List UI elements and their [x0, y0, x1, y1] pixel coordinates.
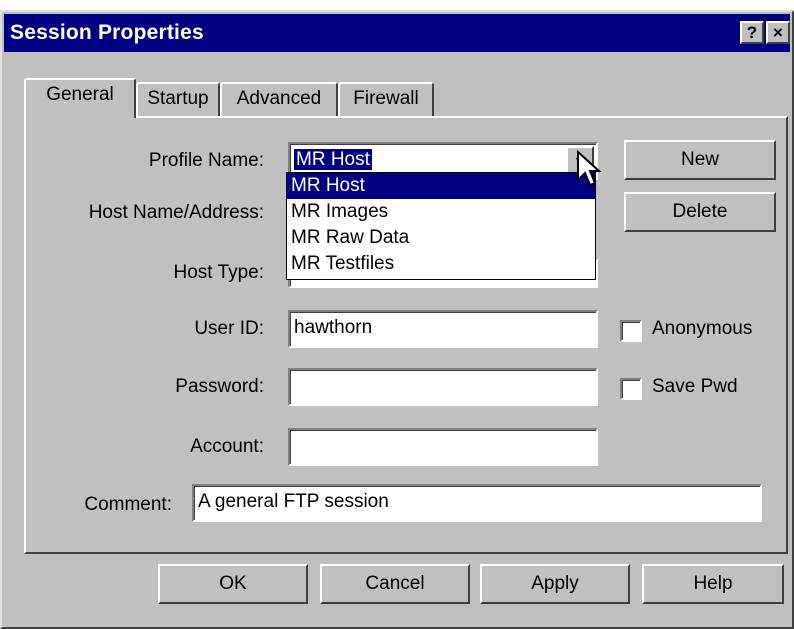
- delete-button[interactable]: Delete: [624, 192, 776, 232]
- ok-button[interactable]: OK: [158, 564, 308, 604]
- new-button[interactable]: New: [624, 140, 776, 180]
- dropdown-option[interactable]: MR Testfiles: [287, 251, 595, 277]
- cancel-button[interactable]: Cancel: [320, 564, 470, 604]
- tab-startup[interactable]: Startup: [136, 82, 220, 118]
- dropdown-option[interactable]: MR Images: [287, 199, 595, 225]
- anonymous-label[interactable]: Anonymous: [652, 318, 752, 340]
- tab-label: Firewall: [353, 88, 419, 109]
- save-pwd-checkbox[interactable]: [620, 378, 642, 400]
- title-bar[interactable]: Session Properties ? ×: [4, 14, 790, 52]
- tab-label: Advanced: [236, 88, 322, 109]
- user-id-input[interactable]: hawthorn: [288, 310, 598, 348]
- help-icon[interactable]: ?: [740, 21, 764, 44]
- tab-general[interactable]: General: [24, 78, 136, 118]
- anonymous-checkbox[interactable]: [620, 320, 642, 342]
- tab-label: Startup: [147, 88, 209, 109]
- password-input[interactable]: [288, 368, 598, 406]
- account-input[interactable]: [288, 428, 598, 466]
- apply-button[interactable]: Apply: [480, 564, 630, 604]
- session-properties-dialog: Session Properties ? × General Startup A…: [0, 10, 794, 629]
- save-pwd-label[interactable]: Save Pwd: [652, 376, 738, 398]
- dropdown-option[interactable]: MR Host: [287, 173, 595, 199]
- account-label: Account:: [190, 436, 264, 457]
- tab-advanced[interactable]: Advanced: [220, 82, 338, 118]
- tab-label: General: [46, 84, 114, 105]
- mouse-cursor-icon: [577, 150, 602, 187]
- close-icon[interactable]: ×: [766, 21, 790, 44]
- profile-name-label: Profile Name:: [148, 150, 264, 171]
- host-name-label: Host Name/Address:: [88, 202, 264, 223]
- host-type-label: Host Type:: [173, 262, 264, 283]
- profile-dropdown-list: MR Host MR Images MR Raw Data MR Testfil…: [286, 172, 596, 280]
- window-title: Session Properties: [10, 21, 204, 44]
- comment-label: Comment:: [84, 494, 172, 515]
- user-id-label: User ID:: [194, 318, 264, 339]
- comment-input[interactable]: A general FTP session: [192, 484, 762, 522]
- profile-name-value: MR Host: [294, 149, 372, 170]
- help-button[interactable]: Help: [642, 564, 784, 604]
- tab-firewall[interactable]: Firewall: [338, 82, 434, 118]
- dropdown-option[interactable]: MR Raw Data: [287, 225, 595, 251]
- password-label: Password:: [175, 376, 264, 397]
